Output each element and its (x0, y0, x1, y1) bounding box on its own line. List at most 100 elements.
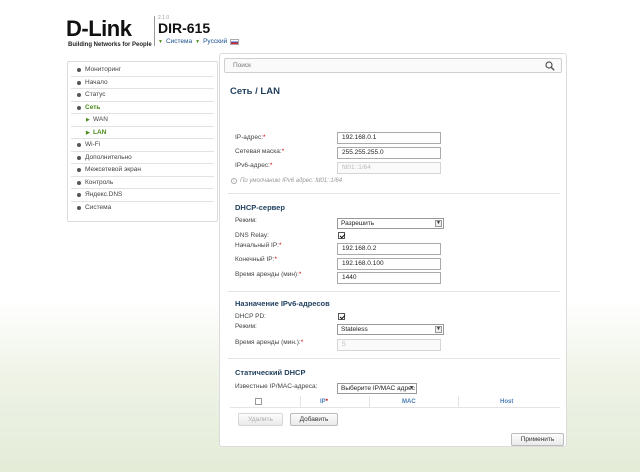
sidebar-item-monitoring[interactable]: Мониторинг (71, 64, 214, 77)
sidebar-item-label: WAN (93, 116, 108, 124)
ipv6-mode-select[interactable]: Stateless ▼ (337, 324, 444, 335)
sidebar-item-network[interactable]: Сеть (71, 102, 214, 114)
bullet-icon (77, 143, 81, 147)
dhcp-pd-checkbox[interactable] (338, 313, 345, 320)
mask-label-text: Сетевая маска: (235, 148, 282, 155)
chevron-down-icon: ▼ (435, 326, 442, 333)
sidebar: Мониторинг Начало Статус Сеть ▶ WAN ▶ LAN … (67, 61, 218, 222)
sidebar-item-wifi[interactable]: Wi-Fi (71, 139, 214, 152)
sidebar-item-yandex-dns[interactable]: Яндекс.DNS (71, 189, 214, 202)
dns-relay-checkbox[interactable] (338, 232, 345, 239)
ipv6-hint: i По умолчанию IPv6 адрес: fd01::1/64 (231, 178, 342, 184)
start-ip-field[interactable]: 192.168.0.2 (337, 243, 441, 255)
mask-label: Сетевая маска:* (235, 148, 284, 155)
dhcp-mode-select[interactable]: Разрешить ▼ (337, 218, 444, 229)
header-separator (154, 16, 155, 46)
delete-button[interactable]: Удалить (238, 413, 283, 426)
dhcp-lease-label: Время аренды (мин):* (235, 271, 301, 278)
page-title: Сеть / LAN (230, 86, 280, 97)
device-model: DIR-615 (158, 20, 211, 36)
sidebar-item-label: Начало (85, 78, 108, 86)
dhcp-lease-label-text: Время аренды (мин): (235, 271, 299, 278)
ipv6-hint-text: По умолчанию IPv6 адрес: fd01::1/64 (240, 178, 343, 184)
sidebar-item-label: LAN (93, 128, 107, 136)
column-separator (458, 396, 459, 408)
static-dhcp-section-title: Статический DHCP (235, 368, 306, 377)
add-button[interactable]: Добавить (290, 413, 338, 426)
column-header-host: Host (500, 399, 514, 405)
search-input[interactable] (225, 59, 525, 72)
dhcp-pd-label: DHCP PD: (235, 313, 266, 320)
bullet-icon (77, 80, 81, 85)
sidebar-item-lan[interactable]: ▶ LAN (71, 127, 214, 139)
bullet-icon (77, 193, 81, 197)
sidebar-item-label: Контроль (85, 178, 114, 186)
dhcp-mode-value: Разрешить (341, 220, 375, 227)
caret-icon: ▼ (195, 38, 201, 45)
sidebar-item-start[interactable]: Начало (71, 77, 214, 89)
required-mark: * (269, 162, 273, 169)
required-mark: * (274, 256, 277, 263)
caret-icon: ▼ (158, 38, 163, 45)
static-dhcp-table-header: IP* MAC Host (230, 396, 560, 408)
russian-flag-icon (230, 38, 240, 45)
ipv6-lease-label-text: Время аренды (мин.): (235, 339, 301, 346)
required-mark: * (300, 339, 304, 346)
bullet-icon (77, 180, 81, 185)
known-addresses-label: Известные IP/MAC-адреса: (235, 383, 318, 390)
dhcp-section-title: DHCP-сервер (235, 203, 285, 212)
sidebar-item-control[interactable]: Контроль (71, 177, 214, 189)
known-addresses-select[interactable]: Выберите IP/MAC адрес ▼ (337, 383, 417, 394)
divider (228, 193, 560, 194)
end-ip-field[interactable]: 192.168.0.100 (337, 258, 441, 270)
chevron-down-icon: ▼ (409, 385, 414, 391)
bullet-icon (77, 205, 81, 210)
ipv6-label: IPv6-адрес:* (235, 162, 272, 169)
system-menu[interactable]: Система (166, 38, 192, 45)
search-icon[interactable] (545, 61, 555, 71)
ipv6-lease-field[interactable]: 5 (337, 339, 441, 351)
known-addresses-value: Выберите IP/MAC адрес (341, 385, 415, 392)
bullet-icon (77, 68, 81, 72)
sidebar-item-label: Wi-Fi (85, 141, 101, 149)
dhcp-lease-field[interactable]: 1440 (337, 272, 441, 284)
dlink-logo[interactable]: D-Link (66, 16, 132, 42)
sidebar-item-system[interactable]: Система (71, 202, 214, 215)
apply-button[interactable]: Применить (511, 433, 564, 446)
bullet-icon (77, 155, 81, 160)
ipv6-label-text: IPv6-адрес: (235, 162, 270, 169)
sidebar-item-status[interactable]: Статус (71, 89, 214, 102)
required-mark: * (281, 148, 285, 155)
required-mark: * (298, 271, 302, 278)
netmask-field[interactable]: 255.255.255.0 (337, 147, 441, 159)
dns-relay-label: DNS Relay: (235, 232, 269, 239)
bullet-icon (77, 93, 81, 97)
end-ip-label: Конечный IP:* (235, 256, 277, 263)
column-separator (369, 396, 370, 408)
main-panel: Сеть / LAN IP-адрес:* 192.168.0.1 Сетева… (219, 53, 567, 447)
sidebar-item-label: Система (85, 204, 112, 212)
ipv6-mode-label: Режим: (235, 323, 257, 330)
info-icon: i (231, 178, 237, 184)
required-mark: * (325, 399, 329, 405)
header: D-Link Building Networks for People 2.1.… (66, 12, 586, 54)
ipv6-lease-label: Время аренды (мин.):* (235, 339, 303, 346)
sidebar-item-label: Межсетевой экран (85, 166, 141, 174)
column-separator (300, 396, 301, 408)
header-menu: ▼ Система ▼ Русский (158, 38, 240, 45)
column-header-ip: IP* (320, 399, 328, 405)
sidebar-item-firewall[interactable]: Межсетевой экран (71, 164, 214, 177)
sidebar-item-advanced[interactable]: Дополнительно (71, 152, 214, 164)
ip-label: IP-адрес:* (235, 134, 266, 141)
logo-tagline: Building Networks for People (68, 42, 152, 48)
sidebar-item-label: Сеть (85, 103, 101, 111)
language-menu[interactable]: Русский (203, 38, 227, 45)
end-ip-label-text: Конечный IP: (235, 256, 275, 263)
ip-field[interactable]: 192.168.0.1 (337, 132, 441, 144)
ipv6-field[interactable]: fd01::1/64 (337, 162, 441, 174)
select-all-checkbox[interactable] (255, 398, 262, 405)
required-mark: * (279, 242, 282, 249)
sidebar-item-wan[interactable]: ▶ WAN (71, 114, 214, 127)
column-header-mac: MAC (402, 399, 416, 405)
arrow-right-icon: ▶ (86, 129, 90, 136)
